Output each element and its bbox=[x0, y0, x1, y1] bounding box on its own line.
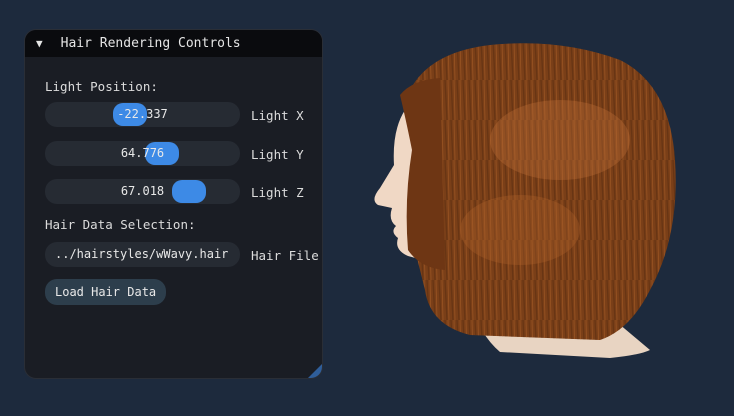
resize-grip[interactable] bbox=[308, 364, 322, 378]
load-hair-data-button[interactable]: Load Hair Data bbox=[45, 279, 167, 305]
hair-highlight bbox=[460, 195, 580, 265]
light-x-label: Light X bbox=[251, 108, 304, 123]
hair-rendering-controls-panel: ▼ Hair Rendering Controls Light Position… bbox=[24, 29, 323, 379]
hair-strands bbox=[406, 43, 676, 341]
light-y-label: Light Y bbox=[251, 147, 304, 162]
collapse-triangle-icon[interactable]: ▼ bbox=[36, 37, 43, 50]
light-y-value: 64.776 bbox=[120, 146, 165, 160]
light-z-label: Light Z bbox=[251, 185, 304, 200]
light-position-label: Light Position: bbox=[45, 79, 158, 94]
hair-data-selection-label: Hair Data Selection: bbox=[45, 217, 196, 232]
panel-title: Hair Rendering Controls bbox=[60, 36, 241, 51]
light-y-slider[interactable]: 64.776 bbox=[45, 141, 240, 166]
light-x-slider[interactable]: -22.337 bbox=[45, 102, 240, 127]
hair-highlight bbox=[490, 100, 630, 180]
hair-file-label: Hair File bbox=[251, 248, 319, 263]
light-z-value: 67.018 bbox=[120, 184, 165, 198]
hair-file-input[interactable]: ../hairstyles/wWavy.hair bbox=[45, 242, 240, 267]
light-z-slider[interactable]: 67.018 bbox=[45, 179, 240, 204]
panel-titlebar[interactable]: ▼ Hair Rendering Controls bbox=[25, 30, 322, 57]
light-x-value: -22.337 bbox=[117, 107, 168, 121]
